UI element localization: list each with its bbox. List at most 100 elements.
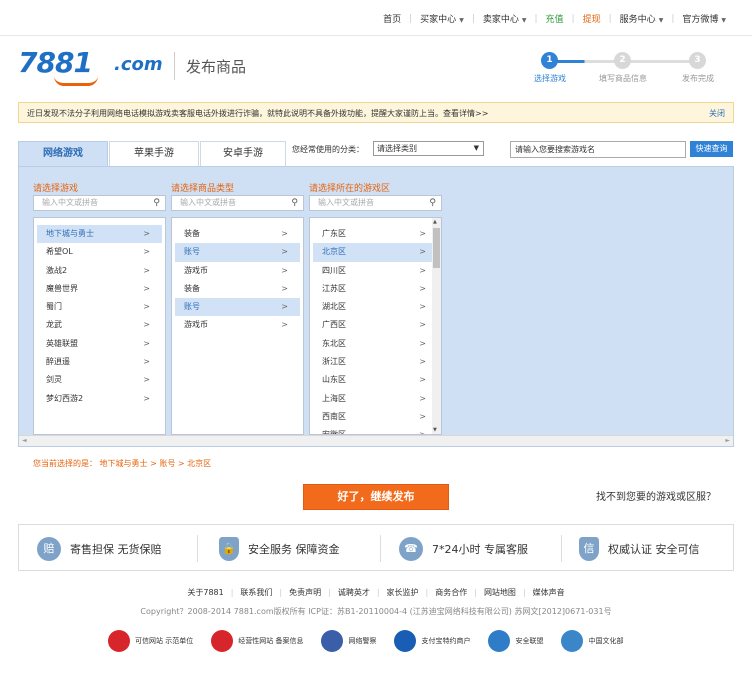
trust-badge[interactable]: 中国文化部 (561, 630, 623, 652)
panel-horizontal-scrollbar[interactable]: ◄ ► (19, 435, 733, 446)
quick-search-button[interactable]: 快速查询 (690, 141, 733, 157)
step-2-dot: 2 (614, 52, 631, 69)
game-list-item[interactable]: 剑灵 > (37, 371, 162, 389)
footer-link[interactable]: 关于7881 (187, 588, 223, 597)
scroll-up-icon[interactable]: ▲ (433, 219, 437, 225)
game-list-item-label: 龙武 (46, 320, 62, 330)
chevron-right-icon: > (419, 265, 426, 275)
region-list-item[interactable]: 浙江区 > (313, 353, 438, 371)
region-filter-input[interactable]: 输入中文或拼音 ⚲ (309, 195, 442, 211)
trust-badge[interactable]: 支付宝特约商户 (394, 630, 470, 652)
region-list-item-label: 山东区 (322, 375, 346, 385)
game-list-item[interactable]: 醉逍遥 > (37, 353, 162, 371)
game-list-item[interactable]: 梦幻西游2 > (37, 390, 162, 408)
game-list-item[interactable]: 激战2 > (37, 262, 162, 280)
region-list-item[interactable]: 东北区 > (313, 335, 438, 353)
region-list-item[interactable]: 江苏区 > (313, 280, 438, 298)
type-list-item[interactable]: 账号 > (175, 243, 300, 262)
guarantee-item: 信 权威认证 安全可信 (579, 535, 700, 563)
notice-text[interactable]: 近日发现不法分子利用网络电话模拟游戏卖客服电话外拨进行诈骗，就特此说明不具备外拨… (27, 108, 488, 119)
game-list-item[interactable]: 英雄联盟 > (37, 335, 162, 353)
region-list-item[interactable]: 上海区 > (313, 390, 438, 408)
topnav-item[interactable]: 服务中心 ▼ (612, 12, 672, 25)
badge-icon (211, 630, 234, 652)
type-list-item[interactable]: 账号 > (175, 298, 300, 317)
game-list-item[interactable]: 希望OL > (37, 243, 162, 261)
scroll-down-icon[interactable]: ▼ (433, 427, 437, 433)
topnav-item-label: 卖家中心 (482, 15, 519, 25)
tab-online-games[interactable]: 网络游戏 (18, 141, 108, 166)
topnav-item[interactable]: 买家中心 ▼ (412, 12, 472, 25)
step-3-dot: 3 (689, 52, 706, 69)
game-list-item-label: 梦幻西游2 (46, 393, 84, 403)
footer-separator: | (474, 588, 477, 597)
chevron-right-icon: > (143, 393, 150, 403)
chevron-right-icon: > (281, 320, 288, 330)
region-list-item[interactable]: 西南区 > (313, 408, 438, 426)
topnav-item-label: 首页 (383, 15, 402, 25)
topnav-item[interactable]: 卖家中心 ▼ (475, 12, 535, 25)
region-list-item[interactable]: 山东区 > (313, 371, 438, 389)
chevron-right-icon: > (143, 229, 150, 238)
tab-ios-games[interactable]: 苹果手游 (109, 141, 199, 166)
type-list-item[interactable]: 游戏币 > (175, 316, 300, 334)
trust-badge[interactable]: 安全联盟 (488, 630, 543, 652)
region-list-item[interactable]: 北京区 > (313, 243, 438, 262)
region-list-item[interactable]: 四川区 > (313, 262, 438, 280)
type-list-item[interactable]: 游戏币 > (175, 262, 300, 280)
guarantee-divider (380, 535, 381, 562)
search-icon[interactable]: ⚲ (153, 196, 160, 210)
topnav-item[interactable]: 官方微博 ▼ (674, 12, 734, 25)
region-list-item[interactable]: 广东区 > (313, 225, 438, 243)
category-select[interactable]: 请选择类别 ▼ (373, 141, 484, 156)
guarantee-text: 安全服务 保障资金 (248, 543, 340, 556)
continue-publish-button[interactable]: 好了，继续发布 (303, 484, 449, 510)
footer-link[interactable]: 诚聘英才 (338, 588, 370, 597)
notice-close-link[interactable]: 关闭 (709, 108, 725, 119)
game-list-item-label: 蜀门 (46, 302, 62, 312)
footer-link[interactable]: 网站地图 (484, 588, 516, 597)
type-list-item[interactable]: 装备 > (175, 225, 300, 243)
trust-badge[interactable]: 网络警察 (321, 630, 376, 652)
type-filter-placeholder: 输入中文或拼音 (180, 198, 236, 207)
region-list-item-label: 浙江区 (322, 357, 346, 367)
region-list-item[interactable]: 安徽区 > (313, 426, 438, 434)
chevron-right-icon: > (281, 229, 288, 238)
chevron-right-icon: > (419, 229, 426, 238)
region-list-scrollbar[interactable]: ▲ ▼ (432, 218, 441, 434)
trust-badge[interactable]: 可信网站 示范单位 (108, 630, 193, 652)
region-list-item[interactable]: 湖北区 > (313, 298, 438, 316)
footer-link[interactable]: 商务合作 (435, 588, 467, 597)
topnav-item-label: 充值 (545, 15, 564, 25)
topnav-item[interactable]: 首页 (375, 12, 409, 25)
scrollbar-thumb[interactable] (433, 228, 440, 268)
footer-link[interactable]: 媒体声音 (533, 588, 565, 597)
tab-android-games[interactable]: 安卓手游 (200, 141, 286, 166)
footer-badges: 可信网站 示范单位 经营性网站 备案信息 网络警察 支付宝特约商户 安全联盟 中国文化部 (108, 628, 641, 654)
search-icon[interactable]: ⚲ (291, 196, 298, 210)
not-found-link[interactable]: 找不到您要的游戏或区服？ (596, 488, 716, 503)
trust-badge[interactable]: 经营性网站 备案信息 (211, 630, 303, 652)
type-filter-input[interactable]: 输入中文或拼音 ⚲ (171, 195, 304, 211)
site-logo[interactable]: 7881 .com (18, 46, 168, 88)
footer-link[interactable]: 免责声明 (289, 588, 321, 597)
game-search-input[interactable]: 请输入您要搜索游戏名 (510, 141, 686, 158)
footer-link[interactable]: 家长监护 (387, 588, 419, 597)
topnav-item[interactable]: 提现 (575, 12, 609, 25)
type-list-item-label: 装备 (184, 283, 200, 293)
search-icon[interactable]: ⚲ (429, 196, 436, 210)
footer-link[interactable]: 联系我们 (240, 588, 272, 597)
topnav-item[interactable]: 充值 (538, 12, 572, 25)
game-list-item[interactable]: 龙武 > (37, 316, 162, 334)
region-list-item[interactable]: 广西区 > (313, 316, 438, 334)
scroll-right-icon[interactable]: ► (725, 437, 730, 444)
game-list-item[interactable]: 蜀门 > (37, 298, 162, 316)
game-list-item[interactable]: 魔兽世界 > (37, 280, 162, 298)
game-filter-input[interactable]: 输入中文或拼音 ⚲ (33, 195, 166, 211)
game-list-item-label: 英雄联盟 (46, 338, 78, 348)
chevron-right-icon: > (419, 393, 426, 403)
type-list-item[interactable]: 装备 > (175, 280, 300, 298)
region-list-item-label: 北京区 (322, 247, 346, 257)
game-list-item[interactable]: 地下城与勇士 > (37, 225, 162, 244)
scroll-left-icon[interactable]: ◄ (22, 437, 27, 444)
